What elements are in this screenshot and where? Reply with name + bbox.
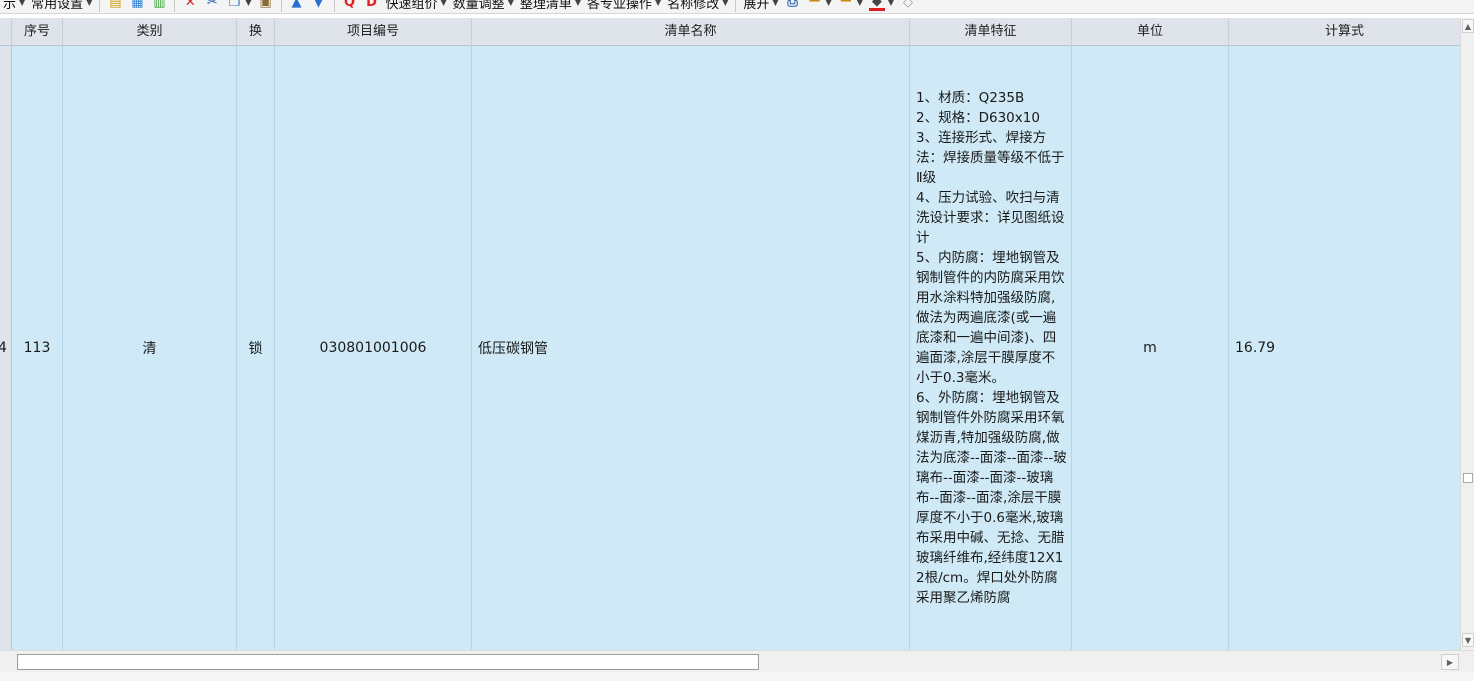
toolbar-separator	[99, 0, 101, 12]
move-up-icon[interactable]: ▲	[289, 0, 305, 11]
toolbar-common-settings-menu[interactable]: 常用设置 ▼	[28, 0, 95, 12]
horizontal-scroll-thumb[interactable]	[17, 654, 759, 670]
status-strip	[0, 672, 1474, 681]
column-header-formula[interactable]: 计算式	[1229, 18, 1460, 46]
column-header-name[interactable]: 清单名称	[472, 18, 910, 46]
copy-icon[interactable]: ❐	[226, 0, 242, 11]
column-header-seq[interactable]: 序号	[12, 18, 63, 46]
row-header[interactable]: 4	[0, 46, 12, 650]
row-header-corner	[0, 18, 12, 46]
paste-icon[interactable]: ▣	[258, 0, 274, 11]
horizontal-scrollbar[interactable]: ▶	[0, 650, 1474, 672]
lock-icon[interactable]: ▀	[807, 0, 823, 11]
query-icon[interactable]: Q	[342, 0, 358, 11]
column-header-code[interactable]: 项目编号	[275, 18, 472, 46]
cell-feature[interactable]: 1、材质：Q235B 2、规格：D630x10 3、连接形式、焊接方法：焊接质量…	[910, 46, 1072, 650]
toolbar-expand-menu[interactable]: 展开 ▼	[740, 0, 781, 12]
unlock-icon[interactable]: ▀	[838, 0, 854, 11]
cell-unit[interactable]: m	[1072, 46, 1229, 650]
add-item-icon[interactable]: ▥	[151, 0, 167, 11]
bill-grid: 序号 类别 换 项目编号 清单名称 清单特征 单位 计算式 4 113 清 锁 …	[0, 18, 1460, 650]
table-row[interactable]: 4 113 清 锁 030801001006 低压碳钢管 1、材质：Q235B …	[0, 46, 1460, 650]
column-header-unit[interactable]: 单位	[1072, 18, 1229, 46]
cell-swap[interactable]: 锁	[237, 46, 275, 650]
toolbar-separator	[174, 0, 176, 12]
column-header-category[interactable]: 类别	[63, 18, 237, 46]
eraser-icon[interactable]: ◇	[900, 0, 916, 11]
insert-row-icon[interactable]: ▤	[107, 0, 123, 11]
toolbar-display-menu[interactable]: 示 ▼	[0, 0, 28, 12]
toolbar: 示 ▼ 常用设置 ▼ ▤ ▦ ▥ ✕ ✂ ❐ ▼ ▣ ▲ ▼ Q D 快速组价 ▼ 数量…	[0, 0, 1474, 14]
grid-header: 序号 类别 换 项目编号 清单名称 清单特征 单位 计算式	[0, 18, 1460, 46]
print-icon[interactable]: ⎙	[785, 0, 801, 11]
toolbar-quantity-adjust-menu[interactable]: 数量调整 ▼	[450, 0, 517, 12]
cut-icon[interactable]: ✂	[204, 0, 220, 11]
toolbar-separator	[280, 0, 282, 12]
toolbar-separator	[333, 0, 335, 12]
cell-code[interactable]: 030801001006	[275, 46, 472, 650]
apply-icon[interactable]: D	[364, 0, 380, 11]
toolbar-rename-menu[interactable]: 名称修改 ▼	[664, 0, 731, 12]
scroll-right-button[interactable]: ▶	[1441, 654, 1459, 670]
toolbar-quick-pricing-menu[interactable]: 快速组价 ▼	[383, 0, 450, 12]
toolbar-organize-list-menu[interactable]: 整理清单 ▼	[517, 0, 584, 12]
cell-seq[interactable]: 113	[12, 46, 63, 650]
move-down-icon[interactable]: ▼	[311, 0, 327, 11]
toolbar-separator	[735, 0, 737, 12]
insert-child-icon[interactable]: ▦	[129, 0, 145, 11]
cell-formula[interactable]: 16.79	[1229, 46, 1460, 650]
toolbar-specialty-ops-menu[interactable]: 各专业操作 ▼	[584, 0, 664, 12]
scroll-down-button[interactable]: ▼	[1462, 633, 1474, 647]
column-header-feature[interactable]: 清单特征	[910, 18, 1072, 46]
cell-name[interactable]: 低压碳钢管	[472, 46, 910, 650]
cell-category[interactable]: 清	[63, 46, 237, 650]
scroll-up-button[interactable]: ▲	[1462, 19, 1474, 33]
fill-color-icon[interactable]: ◆	[868, 0, 885, 11]
column-header-swap[interactable]: 换	[237, 18, 275, 46]
vertical-scrollbar[interactable]: ▲ ▼	[1460, 18, 1474, 650]
vertical-scroll-thumb[interactable]	[1463, 473, 1473, 483]
delete-icon[interactable]: ✕	[182, 0, 198, 11]
